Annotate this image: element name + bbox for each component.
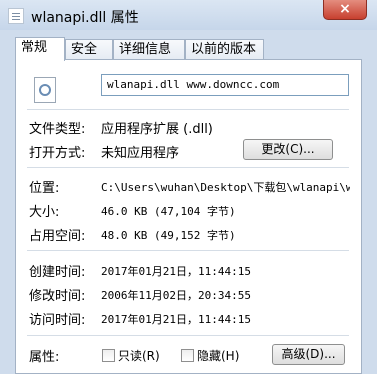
- hidden-label: 隐藏(H): [197, 349, 240, 363]
- size-value: 46.0 KB (47,104 字节): [101, 205, 236, 218]
- attributes-label: 属性:: [29, 350, 60, 365]
- tab-previous-versions[interactable]: 以前的版本: [185, 39, 264, 60]
- size-on-disk-label: 占用空间:: [29, 229, 86, 244]
- window-title: wlanapi.dll 属性: [31, 10, 139, 26]
- accessed-label: 访问时间:: [29, 313, 86, 328]
- tab-details[interactable]: 详细信息: [113, 39, 185, 60]
- location-label: 位置:: [29, 181, 60, 196]
- tab-general[interactable]: 常规: [15, 37, 65, 61]
- filename-field[interactable]: wlanapi.dll www.downcc.com: [101, 74, 349, 96]
- created-label: 创建时间:: [29, 265, 86, 280]
- divider: [27, 109, 349, 110]
- title-bar: wlanapi.dll 属性 ×: [0, 0, 377, 30]
- file-type-value: 应用程序扩展 (.dll): [101, 122, 213, 137]
- size-label: 大小:: [29, 205, 60, 220]
- modified-label: 修改时间:: [29, 289, 86, 304]
- divider: [27, 250, 349, 251]
- advanced-button[interactable]: 高级(D)...: [272, 344, 345, 365]
- created-value: 2017年01月21日，11:44:15: [101, 265, 251, 278]
- modified-value: 2006年11月02日，20:34:55: [101, 289, 251, 302]
- divider: [27, 167, 349, 168]
- change-button[interactable]: 更改(C)...: [243, 139, 333, 160]
- close-button[interactable]: ×: [323, 0, 367, 20]
- readonly-checkbox[interactable]: [102, 349, 115, 362]
- dll-settings-icon: [34, 77, 56, 103]
- divider: [27, 335, 349, 336]
- opens-with-label: 打开方式:: [29, 146, 86, 161]
- tab-security[interactable]: 安全: [65, 39, 113, 60]
- readonly-label: 只读(R): [118, 349, 160, 363]
- accessed-value: 2017年01月21日，11:44:15: [101, 313, 251, 326]
- dll-file-icon: [8, 8, 24, 24]
- file-type-label: 文件类型:: [29, 122, 86, 137]
- opens-with-value: 未知应用程序: [101, 146, 180, 161]
- size-on-disk-value: 48.0 KB (49,152 字节): [101, 229, 236, 242]
- hidden-checkbox[interactable]: [181, 349, 194, 362]
- location-value: C:\Users\wuhan\Desktop\下载包\wlanapi\wlana…: [101, 181, 350, 194]
